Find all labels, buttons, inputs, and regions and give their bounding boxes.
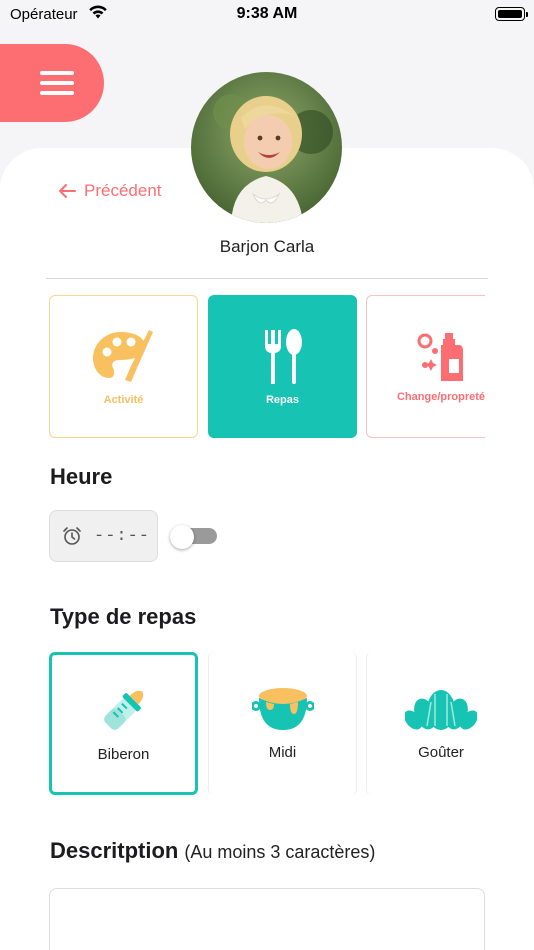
meal-option-midi[interactable]: Midi [208,652,357,795]
pot-icon [251,688,314,730]
palette-icon [92,329,153,382]
clock: 9:38 AM [236,5,298,22]
category-repas[interactable]: Repas [208,295,357,438]
back-label: Précédent [84,181,162,200]
time-value: --:-- [94,526,151,546]
alarm-clock-icon [63,527,81,545]
back-button[interactable]: Précédent [58,180,162,202]
hamburger-icon-line [40,81,74,85]
battery-icon [495,7,528,21]
meal-option-biberon[interactable]: Biberon [49,652,198,795]
description-heading: Descritption (Au moins 3 caractères) [50,838,375,864]
category-change[interactable]: Change/propreté [366,295,485,438]
description-hint: (Au moins 3 caractères) [184,842,376,862]
meal-option-label: Goûter [418,744,464,761]
meal-type-carousel[interactable]: Biberon Midi Goûter [49,652,485,798]
fork-spoon-icon [264,328,302,384]
divider [46,278,488,279]
child-name: Barjon Carla [219,237,315,256]
category-label: Activité [103,393,144,406]
category-label: Change/propreté [396,390,485,403]
arrow-left-icon [59,184,76,198]
hamburger-icon [40,71,74,75]
status-bar: Opérateur 9:38 AM [0,0,534,30]
meal-type-title: Type de repas [50,604,197,629]
category-activite[interactable]: Activité [49,295,198,438]
baby-bottle-icon [103,690,143,730]
hygiene-icon [417,332,463,381]
meal-option-label: Biberon [97,746,150,763]
heure-title: Heure [50,464,113,489]
category-label: Repas [265,393,300,406]
toggle-knob [170,525,194,549]
menu-button[interactable] [0,44,104,122]
meal-option-label: Midi [268,744,297,761]
croissant-icon [405,690,477,730]
time-input[interactable]: --:-- [49,510,158,562]
description-input[interactable] [49,888,485,950]
avatar [191,72,342,223]
meal-option-gouter[interactable]: Goûter [366,652,485,795]
hamburger-icon-line [40,91,74,95]
time-toggle[interactable] [170,525,218,549]
description-title: Descritption [50,838,179,863]
category-carousel[interactable]: Activité Repas Change/propreté [49,295,485,439]
